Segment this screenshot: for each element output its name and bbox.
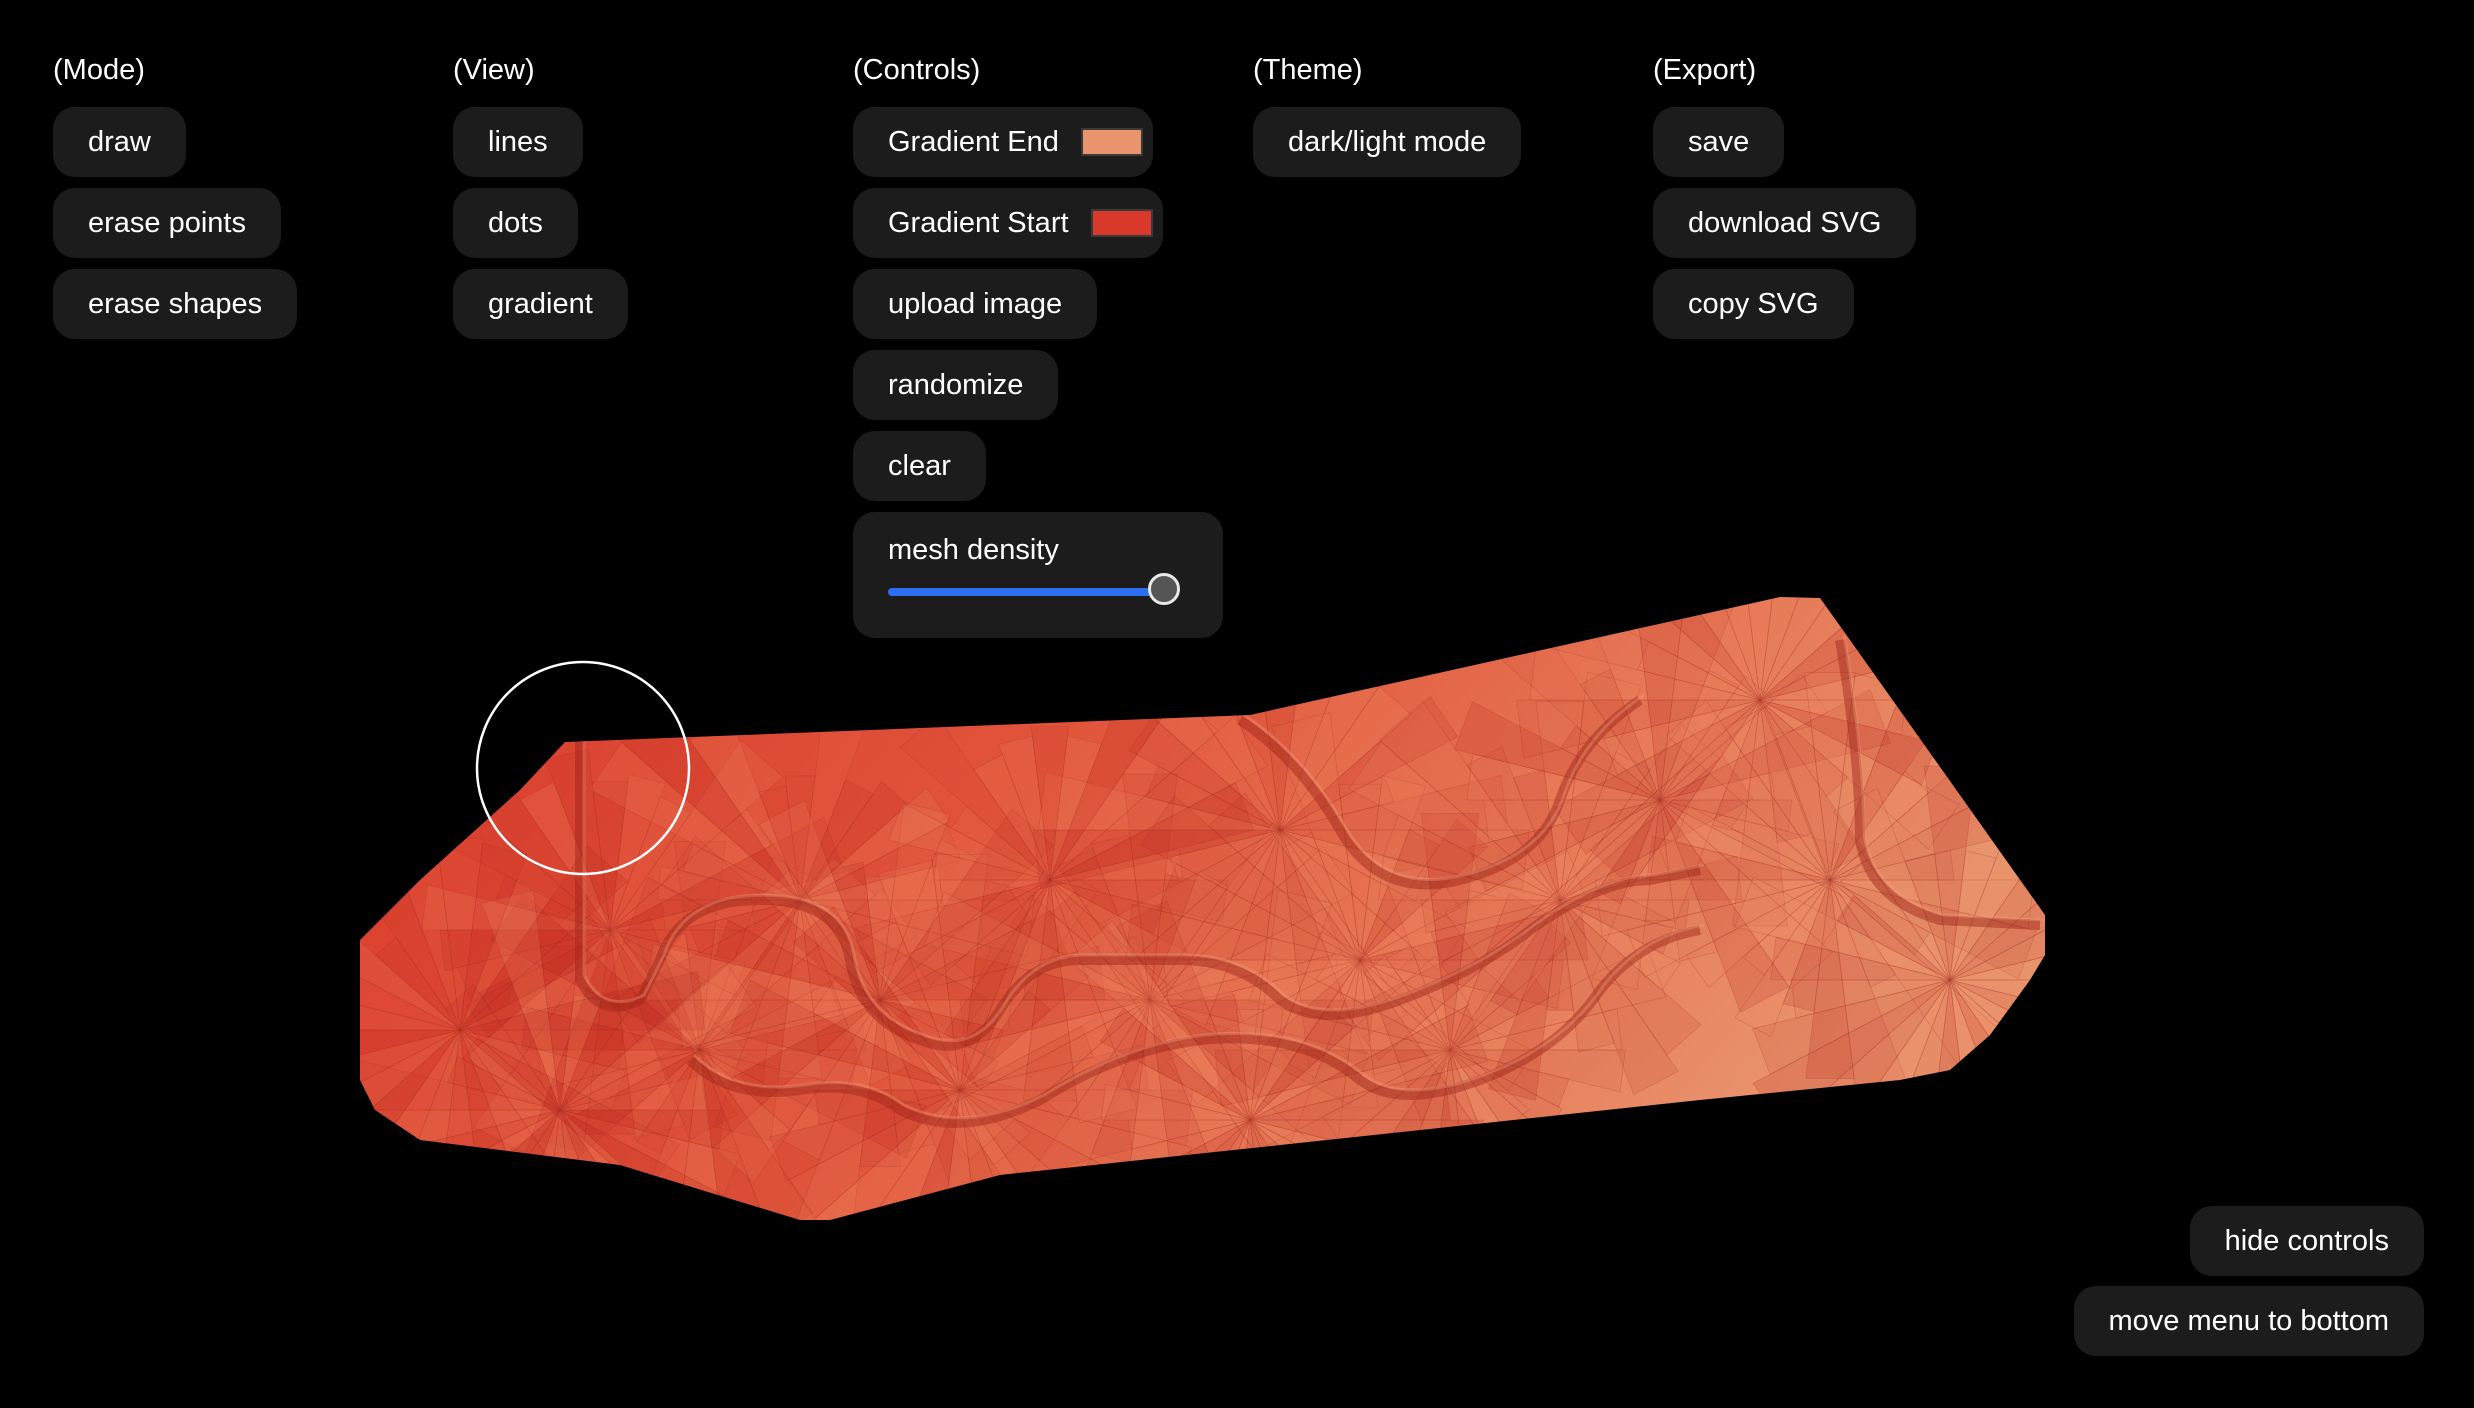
mesh-canvas[interactable] (0, 0, 2474, 1408)
slider-fill (888, 588, 1164, 596)
theme-title: (Theme) (1253, 54, 1363, 86)
gradient-end-button[interactable]: Gradient End (853, 107, 1153, 177)
dark-light-mode-button[interactable]: dark/light mode (1253, 107, 1522, 177)
gradient-start-swatch[interactable] (1090, 209, 1153, 237)
mesh-density-slider[interactable] (888, 573, 1180, 605)
randomize-button[interactable]: randomize (853, 350, 1059, 420)
export-section: (Export) save download SVG copy SVG (1653, 52, 1917, 350)
clear-button[interactable]: clear (853, 431, 986, 501)
draw-button[interactable]: draw (53, 107, 186, 177)
lines-button[interactable]: lines (453, 107, 583, 177)
mode-section: (Mode) draw erase points erase shapes (53, 52, 298, 350)
erase-shapes-button[interactable]: erase shapes (53, 269, 298, 339)
gradient-button[interactable]: gradient (453, 269, 628, 339)
hide-controls-button[interactable]: hide controls (2189, 1206, 2424, 1276)
app-root: (Mode) draw erase points erase shapes (V… (0, 0, 2474, 1408)
move-menu-to-bottom-button[interactable]: move menu to bottom (2073, 1286, 2424, 1356)
view-section: (View) lines dots gradient (453, 52, 628, 350)
save-button[interactable]: save (1653, 107, 1785, 177)
view-title: (View) (453, 54, 535, 86)
export-title: (Export) (1653, 54, 1757, 86)
controls-title: (Controls) (853, 54, 981, 86)
mode-title: (Mode) (53, 54, 145, 86)
gradient-start-label: Gradient Start (888, 206, 1069, 239)
theme-section: (Theme) dark/light mode (1253, 52, 1522, 188)
upload-image-button[interactable]: upload image (853, 269, 1098, 339)
gradient-start-button[interactable]: Gradient Start (853, 188, 1163, 258)
slider-thumb[interactable] (1148, 573, 1180, 605)
dots-button[interactable]: dots (453, 188, 578, 258)
mesh-density-control: mesh density (853, 512, 1223, 638)
controls-section: (Controls) Gradient End Gradient Start u… (853, 52, 1223, 638)
download-svg-button[interactable]: download SVG (1653, 188, 1917, 258)
copy-svg-button[interactable]: copy SVG (1653, 269, 1854, 339)
erase-points-button[interactable]: erase points (53, 188, 281, 258)
gradient-end-label: Gradient End (888, 125, 1059, 158)
gradient-end-swatch[interactable] (1080, 128, 1143, 156)
mesh-density-label: mesh density (888, 534, 1059, 566)
